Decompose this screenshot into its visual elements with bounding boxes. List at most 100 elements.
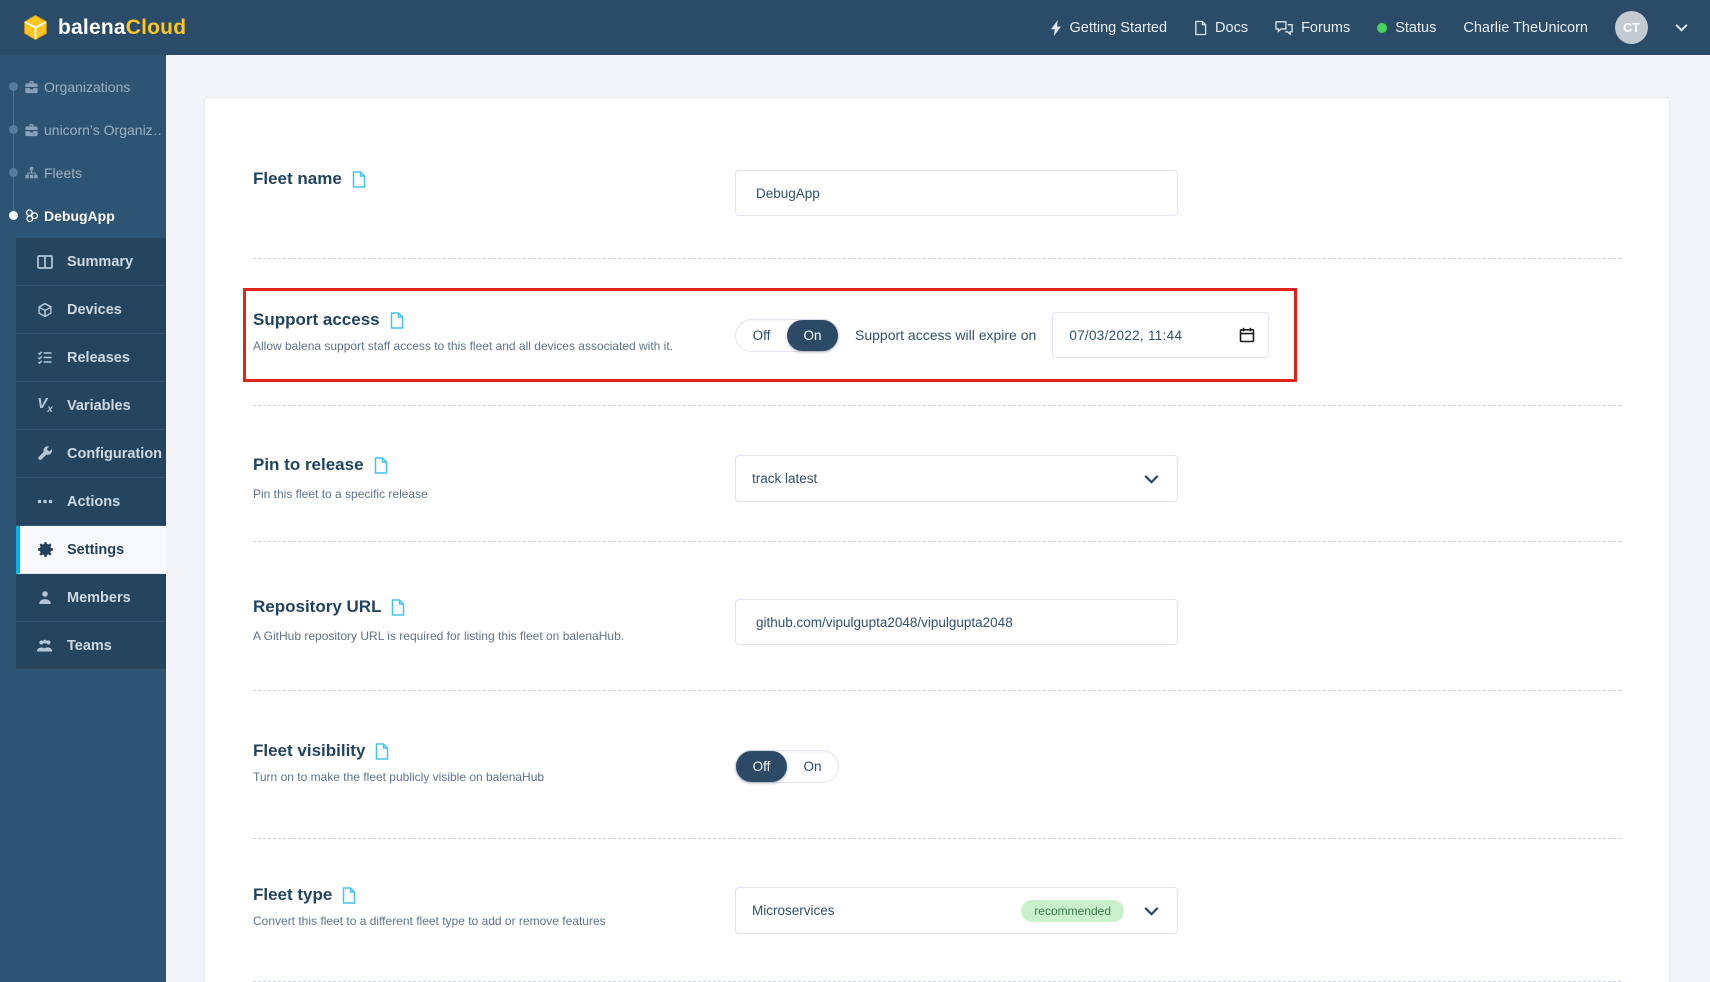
getting-started-label: Getting Started	[1070, 20, 1168, 36]
menu-label: Actions	[67, 494, 120, 510]
brand-secondary: Cloud	[126, 16, 186, 39]
sidebar-item-variables[interactable]: Vx Variables	[16, 382, 166, 430]
toggle-on-option[interactable]: On	[787, 320, 838, 351]
repository-url-input[interactable]	[735, 599, 1178, 645]
repository-url-subtitle: A GitHub repository URL is required for …	[253, 629, 624, 643]
expire-label: Support access will expire on	[855, 327, 1036, 343]
fleet-menu: Summary Devices Releases Vx Variables Co…	[16, 238, 166, 670]
fleet-visibility-toggle[interactable]: Off On	[735, 750, 839, 783]
fleet-name-input[interactable]	[735, 170, 1178, 216]
breadcrumb-label: Organizations	[44, 79, 130, 95]
summary-icon	[36, 255, 54, 269]
toggle-on-option[interactable]: On	[787, 751, 838, 782]
breadcrumb-label: unicorn’s Organiz…	[44, 122, 162, 138]
sidebar-item-devices[interactable]: Devices	[16, 286, 166, 334]
releases-list-icon	[36, 350, 54, 365]
note-icon[interactable]	[374, 457, 388, 474]
sidebar-item-unicorns-organization[interactable]: unicorn’s Organiz…	[0, 108, 166, 151]
fleet-type-section: Fleet type Convert this fleet to a diffe…	[253, 839, 1621, 982]
user-menu[interactable]: Charlie TheUnicorn	[1463, 20, 1588, 36]
docs-label: Docs	[1215, 20, 1248, 36]
people-icon	[36, 639, 54, 653]
gear-icon	[36, 541, 54, 558]
sidebar-item-members[interactable]: Members	[16, 574, 166, 622]
fleet-type-value: Microservices	[752, 903, 1021, 918]
fleet-visibility-title: Fleet visibility	[253, 741, 365, 761]
note-icon[interactable]	[390, 312, 404, 329]
avatar[interactable]: CT	[1615, 11, 1648, 44]
fleet-type-subtitle: Convert this fleet to a different fleet …	[253, 914, 606, 928]
chevron-down-icon[interactable]	[1675, 23, 1688, 32]
device-cube-icon	[36, 302, 54, 318]
status-label: Status	[1395, 20, 1436, 36]
support-access-title: Support access	[253, 310, 380, 330]
expire-datetime-input[interactable]: 07/03/2022, 11:44	[1052, 312, 1269, 358]
note-icon[interactable]	[375, 743, 389, 760]
pin-to-release-select[interactable]: track latest	[735, 455, 1178, 502]
sidebar-item-organizations[interactable]: Organizations	[0, 65, 166, 108]
menu-label: Releases	[67, 350, 130, 366]
ellipsis-icon	[36, 499, 54, 504]
sitemap-icon	[24, 166, 39, 180]
fleet-type-select[interactable]: Microservices recommended	[735, 887, 1178, 934]
toggle-off-option[interactable]: Off	[736, 320, 787, 351]
avatar-initials: CT	[1623, 21, 1640, 35]
forums-link[interactable]: Forums	[1275, 20, 1350, 36]
sidebar-item-summary[interactable]: Summary	[16, 238, 166, 286]
pin-to-release-section: Pin to release Pin this fleet to a speci…	[253, 406, 1621, 542]
brand-text: balenaCloud	[58, 16, 186, 40]
menu-label: Teams	[67, 638, 112, 654]
fleet-settings-card: Fleet name Support access Allow balena s…	[204, 97, 1670, 982]
breadcrumb: Organizations unicorn’s Organiz… Fleets …	[0, 55, 166, 237]
expire-datetime-value: 07/03/2022, 11:44	[1069, 328, 1182, 343]
repository-url-title: Repository URL	[253, 597, 381, 617]
fleet-type-title: Fleet type	[253, 885, 332, 905]
sidebar-item-teams[interactable]: Teams	[16, 622, 166, 670]
cubes-icon	[24, 208, 40, 223]
sidebar-item-settings[interactable]: Settings	[16, 526, 166, 574]
recommended-badge: recommended	[1021, 900, 1124, 922]
doc-icon	[1194, 20, 1207, 36]
note-icon[interactable]	[391, 599, 405, 616]
sidebar-item-debugapp[interactable]: DebugApp	[0, 194, 166, 237]
menu-label: Devices	[67, 302, 122, 318]
breadcrumb-dot	[9, 211, 18, 220]
sidebar-item-releases[interactable]: Releases	[16, 334, 166, 382]
menu-label: Variables	[67, 398, 131, 414]
fleet-name-title: Fleet name	[253, 169, 342, 189]
calendar-icon[interactable]	[1239, 327, 1255, 343]
main-content: Fleet name Support access Allow balena s…	[166, 55, 1710, 982]
brand-primary: balena	[58, 16, 126, 39]
briefcase-icon	[24, 123, 39, 137]
variables-icon: Vx	[36, 396, 54, 415]
balena-logo[interactable]: balenaCloud	[22, 14, 186, 41]
fleet-visibility-subtitle: Turn on to make the fleet publicly visib…	[253, 770, 544, 784]
lightning-icon	[1050, 20, 1062, 36]
fleet-name-section: Fleet name	[253, 98, 1621, 259]
breadcrumb-label: Fleets	[44, 165, 82, 181]
note-icon[interactable]	[352, 171, 366, 188]
pin-to-release-value: track latest	[752, 471, 1144, 486]
menu-label: Settings	[67, 542, 124, 558]
toggle-off-option[interactable]: Off	[736, 751, 787, 782]
support-access-toggle[interactable]: Off On	[735, 319, 839, 352]
sidebar: Organizations unicorn’s Organiz… Fleets …	[0, 55, 166, 982]
status-link[interactable]: Status	[1377, 20, 1436, 36]
chat-icon	[1275, 20, 1293, 36]
sidebar-item-configuration[interactable]: Configuration	[16, 430, 166, 478]
menu-label: Configuration	[67, 446, 162, 462]
status-dot-icon	[1377, 23, 1387, 33]
forums-label: Forums	[1301, 20, 1350, 36]
menu-label: Members	[67, 590, 131, 606]
sidebar-item-fleets[interactable]: Fleets	[0, 151, 166, 194]
getting-started-link[interactable]: Getting Started	[1050, 20, 1168, 36]
repository-url-section: Repository URL A GitHub repository URL i…	[253, 542, 1621, 691]
fleet-visibility-section: Fleet visibility Turn on to make the fle…	[253, 691, 1621, 839]
docs-link[interactable]: Docs	[1194, 20, 1248, 36]
pin-to-release-subtitle: Pin this fleet to a specific release	[253, 487, 428, 501]
top-navbar: balenaCloud Getting Started Docs Forums …	[0, 0, 1710, 55]
sidebar-item-actions[interactable]: Actions	[16, 478, 166, 526]
person-icon	[36, 590, 54, 605]
navbar-links: Getting Started Docs Forums Status Charl…	[1050, 11, 1689, 44]
note-icon[interactable]	[342, 887, 356, 904]
